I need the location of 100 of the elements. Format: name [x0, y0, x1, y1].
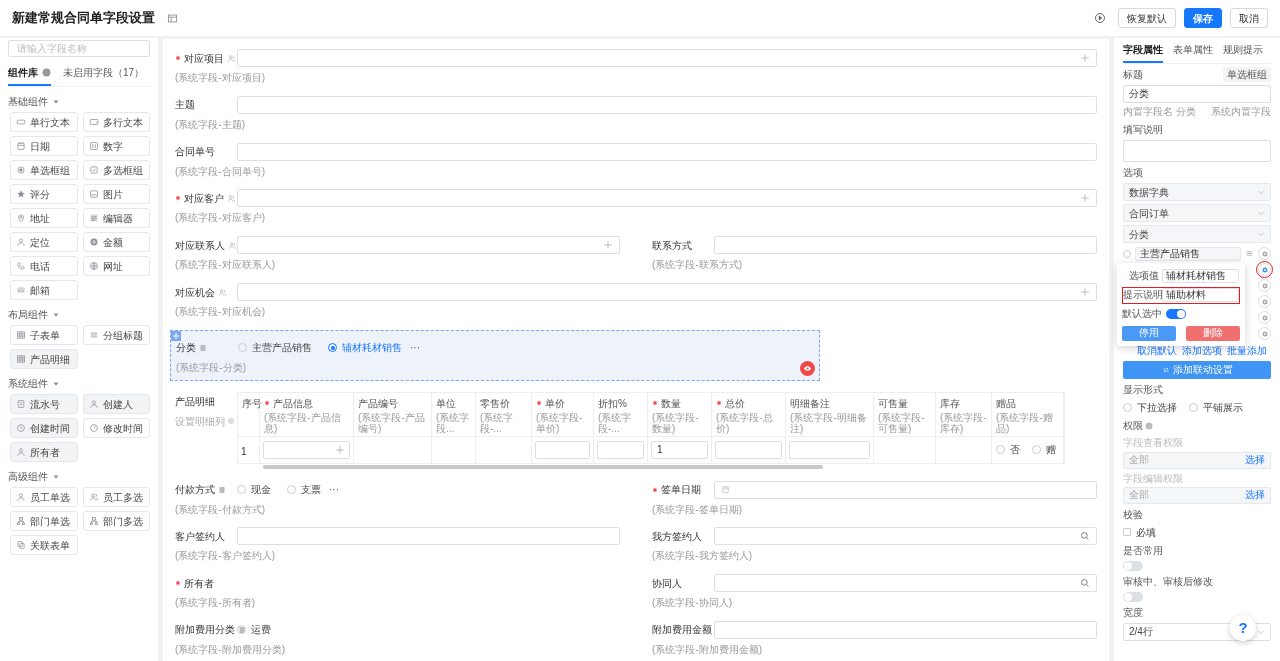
checkbox[interactable]: 必填: [1123, 524, 1271, 540]
field-hint: 系统内置字段: [1211, 105, 1271, 119]
field-type-badge: 单选框组: [1223, 67, 1271, 82]
component-item[interactable]: 创建人: [82, 394, 150, 414]
component-item[interactable]: 定位: [10, 232, 78, 252]
option-link[interactable]: 批量添加: [1227, 344, 1267, 359]
panel-tab[interactable]: 字段属性: [1123, 42, 1163, 63]
popover-input[interactable]: 辅助材料: [1162, 288, 1239, 303]
component-item[interactable]: 多行文本: [82, 112, 150, 132]
component-item[interactable]: 所有者: [10, 442, 78, 462]
help-button[interactable]: ?: [1230, 615, 1256, 641]
component-item[interactable]: 日期: [10, 136, 78, 156]
component-item[interactable]: 评分: [10, 184, 78, 204]
column-header: 赠品: [996, 396, 1016, 411]
component-item[interactable]: 地址: [10, 208, 78, 228]
component-item[interactable]: 图片: [82, 184, 150, 204]
component-item[interactable]: 单选框组: [10, 160, 78, 180]
field-hint: (系统字段-协同人): [652, 596, 732, 611]
column-header: 零售价: [480, 396, 510, 411]
component-item[interactable]: 关联表单: [10, 535, 78, 555]
option-input[interactable]: 主营产品销售: [1135, 246, 1241, 261]
panel-tab[interactable]: 表单属性: [1173, 42, 1213, 63]
field-hint: (系统字段-我方签约人): [652, 549, 752, 564]
field-label: 我方签约人: [652, 529, 702, 544]
column-hint: (系统字段...: [436, 411, 471, 434]
field-label: 对应机会: [175, 285, 215, 300]
select-field[interactable]: 数据字典: [1123, 183, 1271, 201]
search-field[interactable]: 请输入字段名称: [8, 40, 150, 57]
field-label: 附加费用金额: [652, 623, 712, 638]
header-button[interactable]: 保存: [1184, 8, 1222, 28]
section-label: 审核中、审核后修改: [1123, 574, 1214, 589]
radio-option[interactable]: 否: [996, 442, 1020, 458]
column-header: 单位: [436, 396, 456, 411]
component-item[interactable]: 部门单选: [10, 511, 78, 531]
column-header: 明细备注: [790, 396, 830, 411]
component-item[interactable]: 员工多选: [82, 487, 150, 507]
option-link[interactable]: 取消默认: [1137, 344, 1177, 359]
column-hint: (系统字段-...: [598, 411, 633, 434]
title-input[interactable]: 分类: [1123, 85, 1271, 103]
field-label: 客户签约人: [175, 529, 225, 544]
header-button[interactable]: 恢复默认: [1118, 8, 1176, 28]
component-item[interactable]: 网址: [82, 256, 150, 276]
component-item[interactable]: 多选框组: [82, 160, 150, 180]
header-button[interactable]: 取消: [1230, 8, 1268, 28]
component-item[interactable]: 部门多选: [82, 511, 150, 531]
more-options[interactable]: ···: [410, 340, 420, 356]
column-hint: (系统字段-单价): [536, 411, 584, 434]
page-title: 新建常规合同单字段设置: [12, 9, 155, 28]
component-item[interactable]: 流水号: [10, 394, 78, 414]
component-item[interactable]: 子表单: [10, 325, 78, 345]
select-field[interactable]: 合同订单: [1123, 204, 1271, 222]
component-item[interactable]: 编辑器: [82, 208, 150, 228]
field-label: 主题: [175, 98, 195, 113]
field-label: 产品明细: [175, 394, 216, 409]
component-item[interactable]: 修改时间: [82, 418, 150, 438]
radio-option[interactable]: 辅材耗材销售: [328, 340, 402, 356]
input-field[interactable]: 全部 选择: [1123, 486, 1271, 504]
component-item[interactable]: 数字: [82, 136, 150, 156]
radio-option[interactable]: 平铺展示: [1189, 400, 1243, 416]
radio-option[interactable]: 运费: [237, 622, 271, 638]
field-hint: (系统字段-客户签约人): [175, 549, 275, 564]
section-label: 填写说明: [1123, 123, 1164, 137]
option-link[interactable]: 添加选项: [1182, 344, 1222, 359]
section-label: 权限: [1123, 419, 1143, 434]
field-hint: (系统字段-付款方式): [175, 502, 265, 517]
field-label: 签单日期: [661, 483, 701, 497]
column-hint: (系统字段-赠品): [996, 411, 1054, 434]
selected-field[interactable]: 分类 主营产品销售 辅材耗材销售 ··· (系统字段-分类): [170, 329, 820, 381]
radio-option[interactable]: 支票: [287, 482, 321, 497]
more-options[interactable]: ···: [329, 482, 339, 497]
select-field[interactable]: 分类: [1123, 225, 1271, 243]
field-hint: (系统字段-对应机会): [175, 305, 265, 320]
select-link[interactable]: 选择: [1245, 452, 1265, 468]
field-label: 分类: [176, 341, 196, 356]
popover-label: 选项值: [1128, 269, 1159, 283]
radio-option[interactable]: 现金: [237, 482, 271, 497]
sidebar-tab[interactable]: 未启用字段（17）: [63, 65, 145, 86]
component-item[interactable]: 分组标题: [82, 325, 150, 345]
column-header: 可售量: [878, 396, 908, 411]
component-item[interactable]: 创建时间: [10, 418, 78, 438]
input-field[interactable]: 全部 选择: [1123, 451, 1271, 469]
select-link[interactable]: 选择: [1245, 488, 1265, 503]
component-item[interactable]: 电话: [10, 256, 78, 276]
group-title: 系统组件: [8, 377, 48, 391]
radio-option[interactable]: 下拉选择: [1123, 400, 1177, 416]
input-field[interactable]: 1: [651, 440, 708, 459]
field-hint: (系统字段-主题): [175, 117, 245, 132]
component-item[interactable]: 产品明细: [10, 349, 78, 369]
popover-input[interactable]: 辅材耗材销售: [1162, 269, 1239, 284]
component-item[interactable]: 邮箱: [10, 280, 78, 300]
component-item[interactable]: 员工单选: [10, 487, 78, 507]
field-hint: (系统字段-合同单号): [175, 164, 265, 179]
sidebar-tab[interactable]: 组件库: [8, 65, 51, 86]
panel-tab[interactable]: 规则提示: [1223, 42, 1263, 63]
section-label: 显示形式: [1123, 383, 1164, 398]
radio-option[interactable]: 赠: [1032, 442, 1056, 458]
component-item[interactable]: 金额: [82, 232, 150, 252]
radio-option[interactable]: 主营产品销售: [238, 340, 312, 356]
component-item[interactable]: 单行文本: [10, 112, 78, 132]
column-header: 折扣%: [598, 396, 627, 411]
